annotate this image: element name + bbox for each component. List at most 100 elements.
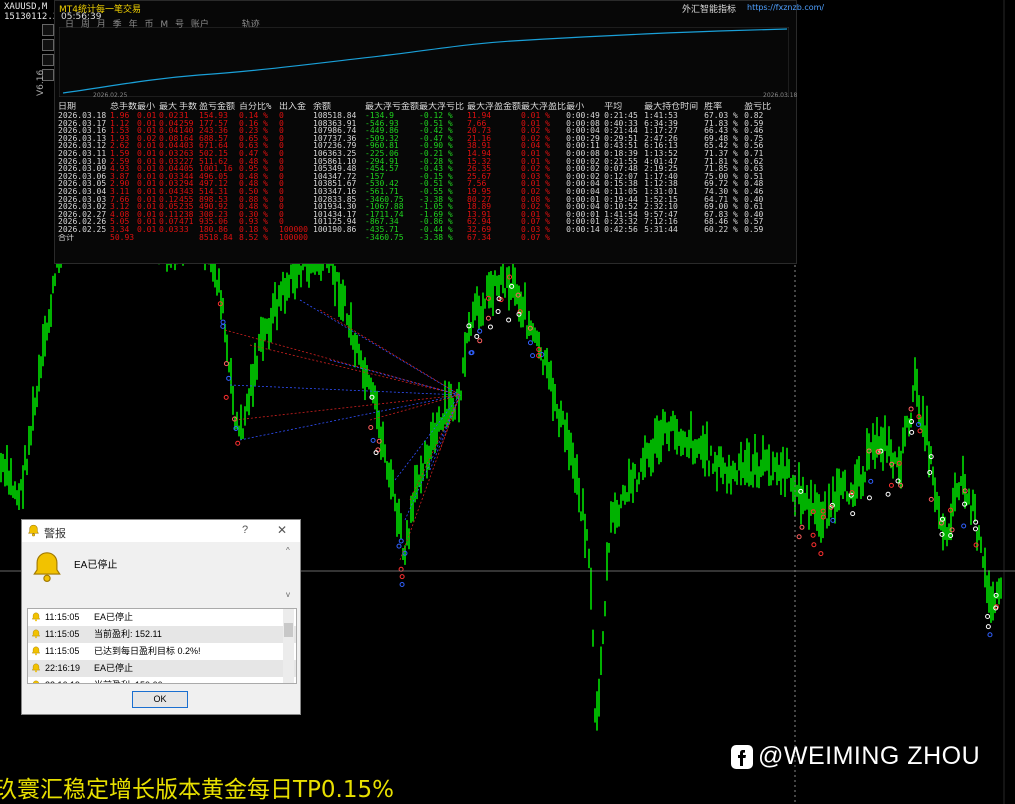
table-cell: 69.72 % bbox=[704, 180, 738, 188]
column-header: 最小 bbox=[566, 102, 585, 112]
table-cell: 2026.02.27 bbox=[58, 210, 107, 219]
table-cell: 101934.30 bbox=[313, 203, 357, 211]
table-cell: 180.86 bbox=[199, 225, 228, 234]
tool-icon[interactable] bbox=[42, 54, 54, 66]
tool-icon[interactable] bbox=[42, 24, 54, 36]
table-cell: -1.05 % bbox=[419, 203, 453, 211]
stats-panel: MT4统计每一笔交易 05:56:39 日 周 月 季 年 币 M 号 账户 轨… bbox=[54, 0, 824, 264]
table-cell: 1.12 bbox=[110, 119, 130, 128]
scrollbar-thumb[interactable] bbox=[284, 623, 293, 637]
table-cell: 0.02 % bbox=[521, 187, 550, 196]
table-cell: -0.51 % bbox=[419, 180, 453, 188]
table-cell: 0.05 bbox=[159, 203, 179, 211]
table-cell: -0.12 % bbox=[419, 112, 453, 120]
table-cell: 0.01 bbox=[137, 180, 157, 188]
close-button[interactable]: ✕ bbox=[277, 523, 287, 537]
table-cell: 8.52 % bbox=[239, 233, 268, 242]
trade-marker bbox=[506, 317, 512, 323]
table-cell: 0 bbox=[279, 187, 284, 196]
table-cell: 71.37 % bbox=[704, 149, 738, 158]
table-cell: 31 bbox=[179, 112, 189, 120]
alert-log-list[interactable]: 11:15:05 EA已停止 11:15:05 当前盈利: 152.11 11:15:0… bbox=[27, 608, 297, 684]
table-cell: 0.03 bbox=[159, 180, 179, 188]
table-cell: 69.00 % bbox=[704, 203, 738, 211]
table-cell: 105349.48 bbox=[313, 165, 357, 173]
table-cell: 0 bbox=[279, 195, 284, 204]
column-header: 最大浮亏金额 bbox=[365, 102, 420, 112]
table-cell: -0.42 % bbox=[419, 127, 453, 135]
table-cell: 2026.02.26 bbox=[58, 218, 107, 226]
tool-icon[interactable] bbox=[42, 39, 54, 51]
table-cell: 4.08 bbox=[110, 210, 130, 219]
table-cell: 102833.85 bbox=[313, 195, 357, 204]
column-header: 手数 bbox=[179, 102, 198, 112]
table-cell: 11.94 bbox=[467, 112, 492, 120]
table-cell: 2026.03.02 bbox=[58, 203, 107, 211]
scrollbar[interactable] bbox=[283, 609, 294, 683]
table-cell: 0.01 bbox=[137, 119, 157, 128]
table-cell: 1.93 bbox=[110, 134, 130, 143]
table-cell: 0.03 bbox=[159, 225, 179, 234]
table-cell: 108518.84 bbox=[313, 112, 357, 120]
table-cell: 471 bbox=[179, 218, 194, 226]
table-cell: 1.59 bbox=[110, 149, 130, 158]
table-cell: 0.01 % bbox=[521, 210, 550, 219]
trade-marker bbox=[909, 429, 915, 435]
table-cell bbox=[159, 234, 179, 242]
table-cell: 0.63 % bbox=[239, 142, 268, 150]
table-cell: 154.93 bbox=[199, 112, 228, 120]
table-cell: 19.95 bbox=[467, 187, 492, 196]
table-cell: 0:29:51 bbox=[604, 134, 638, 143]
table-cell: 100190.86 bbox=[313, 225, 357, 234]
table-cell: -449.86 bbox=[365, 127, 399, 135]
table-cell: 0.01 bbox=[137, 157, 157, 166]
table-cell: 0.01 bbox=[137, 187, 157, 196]
table-cell: 5:31:44 bbox=[644, 225, 678, 234]
version-label: V6.16 bbox=[36, 69, 46, 96]
table-cell: 0.01 bbox=[137, 112, 157, 120]
log-row[interactable]: 22:16:19 EA已停止 bbox=[28, 660, 296, 677]
table-cell: 15.32 bbox=[467, 157, 492, 166]
table-cell: 2026.03.10 bbox=[58, 157, 107, 166]
table-cell: 108363.91 bbox=[313, 119, 357, 128]
table-row: 2026.03.04 3.11 0.01 0.04 343 514.31 0.50 % 0 10… bbox=[58, 188, 774, 196]
table-cell: 71.83 % bbox=[704, 119, 738, 128]
log-row[interactable]: 22:16:19 当前盈利: 150.66 bbox=[28, 677, 296, 683]
table-row: 2026.03.12 2.62 0.01 0.04 403 671.64 0.63 % 0 10… bbox=[58, 142, 774, 150]
table-row: 2026.02.26 5.05 0.01 0.07 471 935.06 0.93 % 0 10… bbox=[58, 218, 774, 226]
trade-line bbox=[234, 394, 461, 421]
table-cell: 0:00:04 bbox=[566, 187, 600, 196]
trade-marker bbox=[485, 315, 491, 321]
table-cell: 21.16 bbox=[467, 134, 492, 143]
bell-icon bbox=[28, 524, 39, 537]
table-cell: 3.12 bbox=[110, 203, 130, 211]
scroll-down-icon[interactable]: v bbox=[286, 590, 290, 599]
help-button[interactable]: ? bbox=[242, 524, 248, 536]
column-header: 最大 bbox=[159, 102, 178, 112]
column-header: 盈亏比 bbox=[744, 102, 772, 112]
table-cell: 74.30 % bbox=[704, 187, 738, 196]
table-cell: 8518.84 bbox=[199, 233, 233, 242]
log-row[interactable]: 11:15:05 当前盈利: 152.11 bbox=[28, 626, 296, 643]
table-cell: 0.65 % bbox=[239, 134, 268, 143]
scroll-up-icon[interactable]: ^ bbox=[286, 546, 290, 555]
table-cell: 0.01 % bbox=[521, 119, 550, 128]
table-cell: 0:00:02 bbox=[566, 157, 600, 166]
table-cell: 0.03 % bbox=[521, 172, 550, 181]
table-cell: 0:18:39 bbox=[604, 149, 638, 158]
log-row[interactable]: 11:15:05 EA已停止 bbox=[28, 609, 296, 626]
table-cell: 106363.25 bbox=[313, 149, 357, 158]
table-cell bbox=[179, 234, 199, 242]
table-cell: -960.81 bbox=[365, 142, 399, 150]
table-cell: -561.71 bbox=[365, 187, 399, 196]
table-cell bbox=[604, 234, 644, 242]
table-cell: 0:00:11 bbox=[566, 142, 600, 150]
panel-url[interactable]: https://fxznzb.com/ bbox=[747, 3, 824, 12]
bell-icon bbox=[32, 680, 40, 683]
table-row: 2026.03.11 1.59 0.01 0.03 263 502.15 0.47 % 0 10… bbox=[58, 150, 774, 158]
alert-dialog[interactable]: 警报 ? ✕ EA已停止 ^ v 11:15:05 EA已停止 11:15:05 当前… bbox=[21, 519, 301, 715]
ok-button[interactable]: OK bbox=[132, 691, 188, 708]
table-cell: 0.01 % bbox=[521, 149, 550, 158]
log-row[interactable]: 11:15:05 已达到每日盈利目标 0.2%! bbox=[28, 643, 296, 660]
table-cell: 64.71 % bbox=[704, 195, 738, 204]
